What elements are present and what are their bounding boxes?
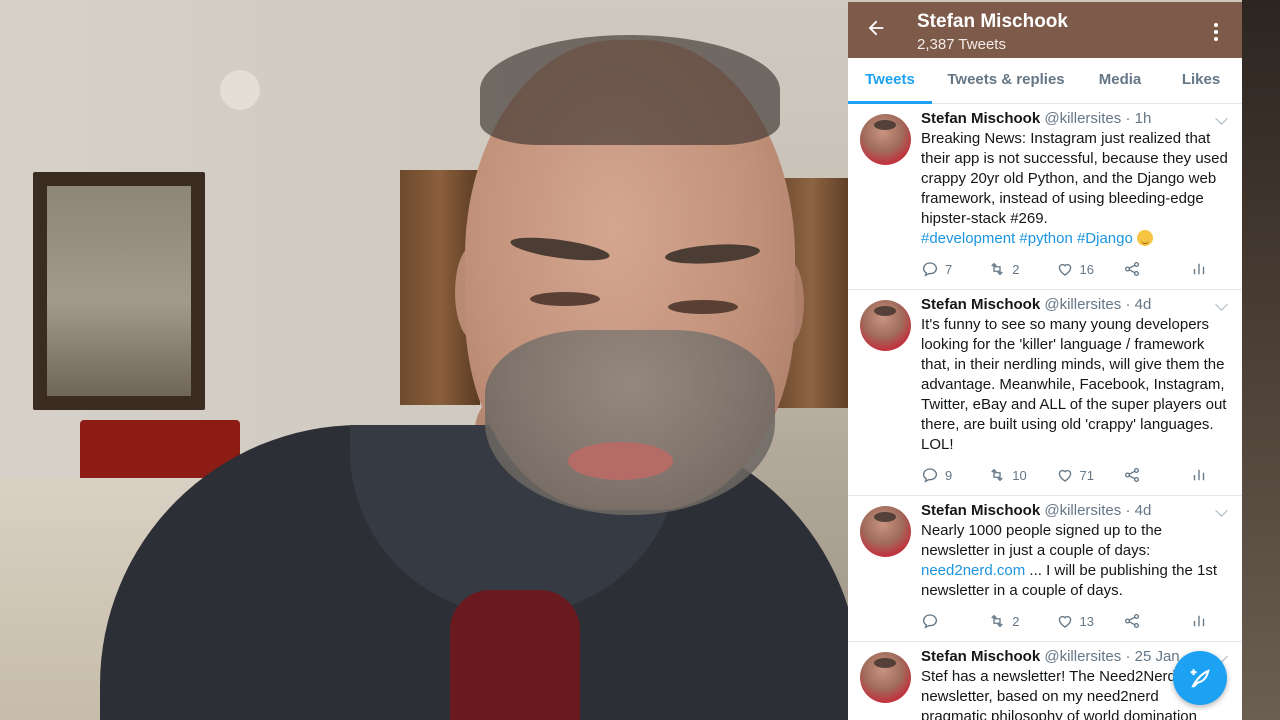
- tweet-author[interactable]: Stefan Mischook: [921, 296, 1040, 313]
- arrow-left-icon[interactable]: [864, 17, 888, 41]
- twitter-profile-panel: Stefan Mischook 2,387 Tweets Tweets Twee…: [848, 2, 1242, 720]
- heart-icon: [1058, 469, 1071, 482]
- tweet-text-before: Nearly 1000 people signed up to the news…: [921, 522, 1163, 559]
- share-icon: [1124, 613, 1139, 629]
- compose-tweet-button[interactable]: [1173, 651, 1227, 705]
- tweet-actions: 2 13: [921, 601, 1228, 641]
- profile-name: Stefan Mischook: [917, 11, 1068, 32]
- tweet-time[interactable]: 4d: [1135, 502, 1152, 519]
- retweet-count: 2: [1012, 613, 1020, 629]
- share-icon: [1124, 261, 1139, 277]
- retweet-icon: [991, 262, 1003, 276]
- retweet-button[interactable]: 2: [988, 612, 1055, 630]
- like-count: 71: [1079, 467, 1094, 483]
- reply-count: 7: [945, 261, 953, 277]
- reply-icon: [922, 262, 938, 277]
- tab-tweets-and-replies[interactable]: Tweets & replies: [932, 58, 1080, 103]
- reply-button[interactable]: [921, 612, 988, 630]
- bookshelf: [1242, 0, 1280, 720]
- tweet-header: Stefan Mischook @killersites · 1h: [921, 109, 1228, 129]
- tweet-time[interactable]: 1h: [1135, 110, 1152, 127]
- heart-icon: [1058, 615, 1071, 628]
- reply-button[interactable]: 7: [921, 260, 988, 278]
- compose-tweet-icon: [1190, 669, 1210, 688]
- presenter: [100, 30, 860, 720]
- tab-media[interactable]: Media: [1080, 58, 1160, 103]
- share-button[interactable]: [1123, 466, 1190, 484]
- tweet[interactable]: Stefan Mischook @killersites · 4d It's f…: [848, 290, 1242, 496]
- separator-dot: ·: [1125, 110, 1131, 127]
- reply-icon: [922, 614, 938, 629]
- tweet-handle[interactable]: @killersites: [1044, 296, 1121, 313]
- retweet-button[interactable]: 2: [988, 260, 1055, 278]
- like-count: 16: [1079, 261, 1094, 277]
- like-button[interactable]: 71: [1056, 466, 1123, 484]
- more-vertical-icon[interactable]: [1202, 18, 1230, 46]
- separator-dot: ·: [1125, 296, 1131, 313]
- tweet[interactable]: Stefan Mischook @killersites · 1h Breaki…: [848, 104, 1242, 290]
- heart-icon: [1058, 263, 1071, 276]
- tweet-text: Nearly 1000 people signed up to the news…: [921, 521, 1228, 601]
- analytics-button[interactable]: [1190, 466, 1208, 484]
- retweet-icon: [991, 468, 1003, 482]
- tweet-handle[interactable]: @killersites: [1044, 502, 1121, 519]
- separator-dot: ·: [1125, 502, 1131, 519]
- tweet-header: Stefan Mischook @killersites · 4d: [921, 295, 1228, 315]
- share-button[interactable]: [1123, 612, 1190, 630]
- tweet-time[interactable]: 4d: [1135, 296, 1152, 313]
- tweet-count: 2,387 Tweets: [917, 36, 1006, 53]
- tweet[interactable]: Stefan Mischook @killersites · 4d Nearly…: [848, 496, 1242, 642]
- tab-tweets[interactable]: Tweets: [848, 58, 932, 104]
- analytics-button[interactable]: [1190, 260, 1208, 278]
- tweet-handle[interactable]: @killersites: [1044, 648, 1121, 665]
- separator-dot: ·: [1125, 648, 1131, 665]
- reply-count: 9: [945, 467, 953, 483]
- retweet-count: 2: [1012, 261, 1020, 277]
- retweet-button[interactable]: 10: [988, 466, 1055, 484]
- reply-icon: [922, 468, 938, 483]
- tweet-feed: Stefan Mischook @killersites · 1h Breaki…: [848, 104, 1242, 720]
- tweet-text: Breaking News: Instagram just realized t…: [921, 129, 1228, 249]
- wink-emoji-icon: [1136, 230, 1153, 246]
- avatar[interactable]: [860, 506, 911, 557]
- tweet-text: It's funny to see so many young develope…: [921, 316, 1227, 453]
- share-icon: [1124, 467, 1139, 483]
- reply-button[interactable]: 9: [921, 466, 988, 484]
- tweet-actions: 7 2 16: [921, 249, 1228, 289]
- tweet-author[interactable]: Stefan Mischook: [921, 502, 1040, 519]
- tweet-author[interactable]: Stefan Mischook: [921, 110, 1040, 127]
- analytics-icon: [1193, 615, 1205, 627]
- like-count: 13: [1079, 613, 1094, 629]
- tab-likes[interactable]: Likes: [1160, 58, 1242, 103]
- tweet-text-content: Breaking News: Instagram just realized t…: [921, 130, 1228, 227]
- like-button[interactable]: 16: [1056, 260, 1123, 278]
- profile-header-bar: Stefan Mischook 2,387 Tweets: [848, 2, 1242, 58]
- tweet-actions: 9 10 71: [921, 455, 1228, 495]
- tweet-author[interactable]: Stefan Mischook: [921, 648, 1040, 665]
- analytics-icon: [1193, 263, 1205, 275]
- share-button[interactable]: [1123, 260, 1190, 278]
- tweet-hashtags[interactable]: #development #python #Django: [921, 230, 1133, 247]
- analytics-icon: [1193, 469, 1205, 481]
- tweet-handle[interactable]: @killersites: [1044, 110, 1121, 127]
- like-button[interactable]: 13: [1056, 612, 1123, 630]
- retweet-count: 10: [1012, 467, 1027, 483]
- avatar[interactable]: [860, 652, 911, 703]
- avatar[interactable]: [860, 300, 911, 351]
- retweet-icon: [991, 614, 1003, 628]
- tweet-header: Stefan Mischook @killersites · 4d: [921, 501, 1228, 521]
- tweet-link[interactable]: need2nerd.com: [921, 562, 1025, 579]
- profile-tabs: Tweets Tweets & replies Media Likes: [848, 58, 1242, 104]
- tweet-time[interactable]: 25 Jan: [1135, 648, 1180, 665]
- avatar[interactable]: [860, 114, 911, 165]
- analytics-button[interactable]: [1190, 612, 1208, 630]
